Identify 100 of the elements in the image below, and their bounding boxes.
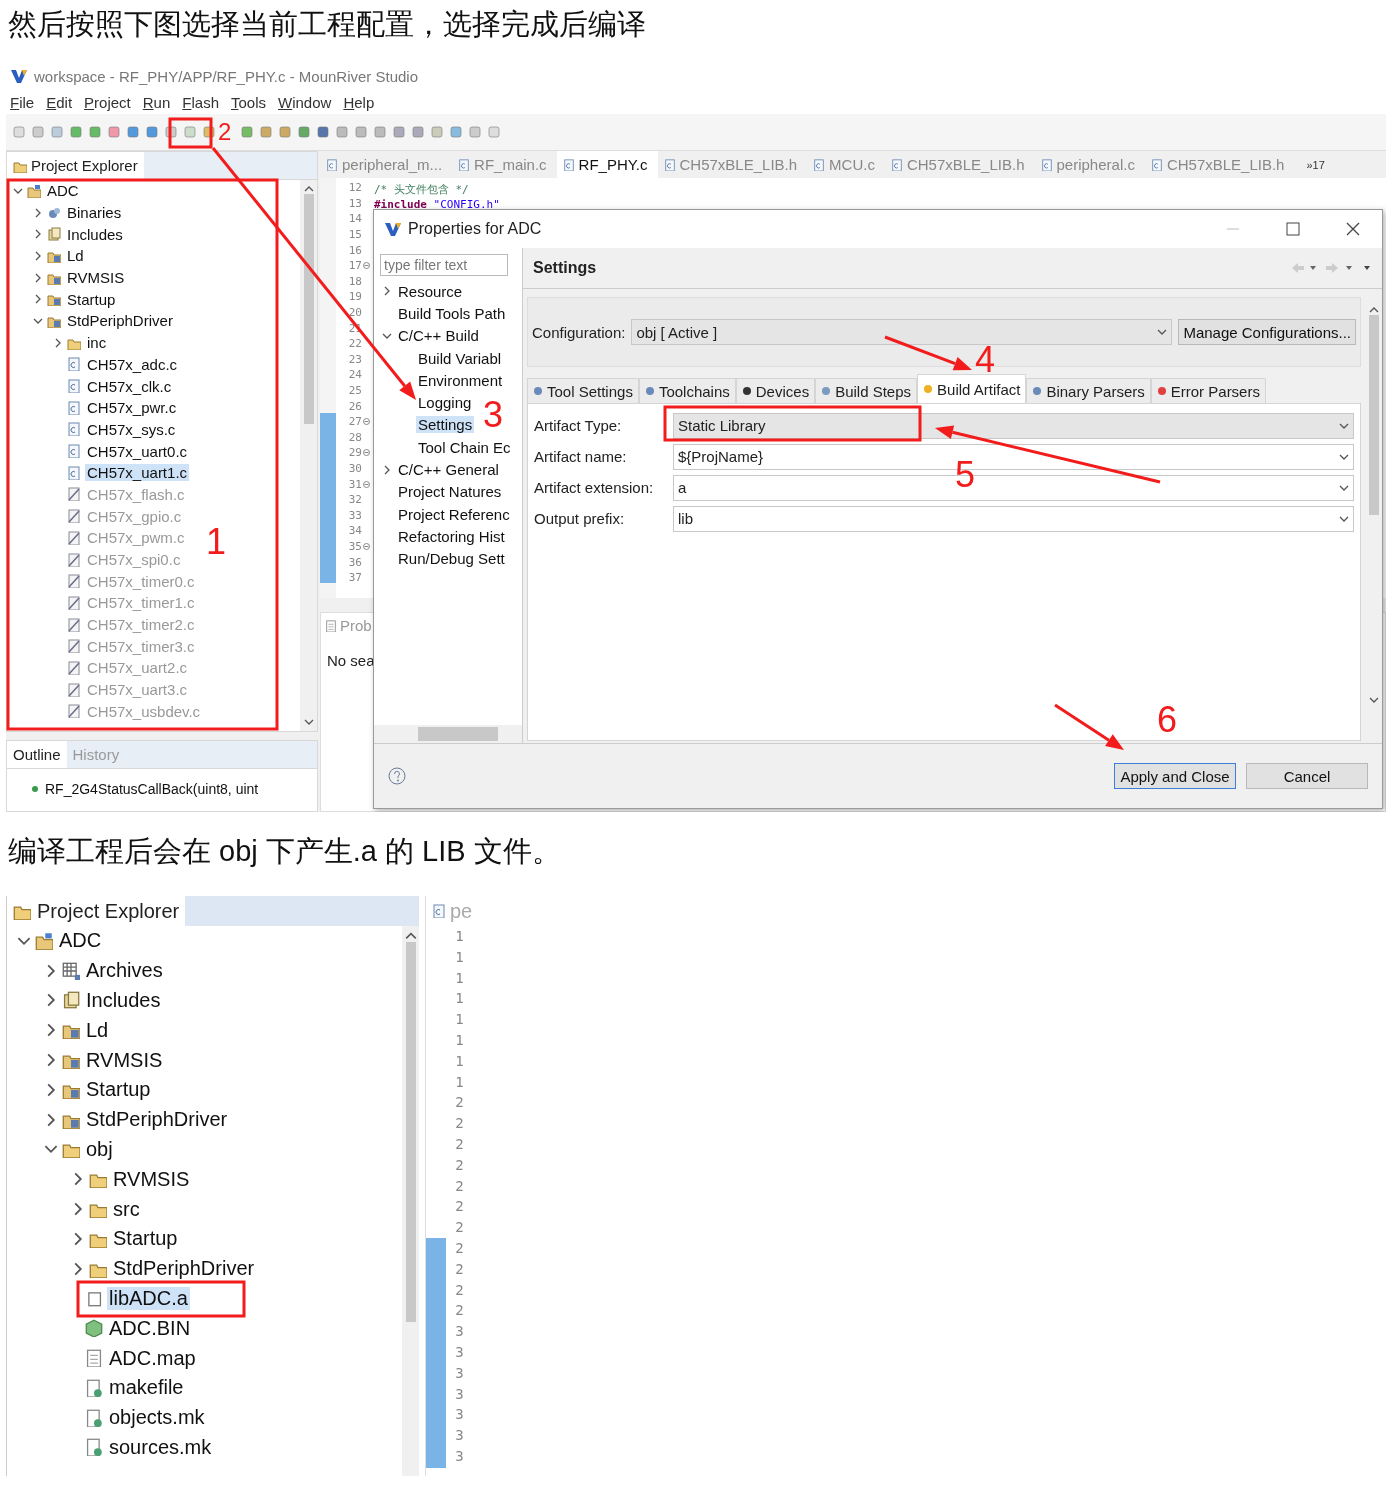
nav-item[interactable]: Environment — [416, 371, 505, 389]
tree-item[interactable]: Startup — [84, 1078, 153, 1102]
fold-icon[interactable] — [363, 262, 370, 270]
scrollbar[interactable] — [300, 180, 317, 732]
tree-item[interactable]: CH57x_clk.c — [85, 377, 174, 395]
tree-item[interactable]: objects.mk — [107, 1406, 207, 1430]
toolbar-icon[interactable] — [259, 125, 273, 139]
toolbar-icon[interactable] — [126, 125, 140, 139]
horizontal-scrollbar[interactable] — [374, 725, 522, 743]
tree-item[interactable]: RVMSIS — [84, 1048, 165, 1072]
toolbar-icon[interactable] — [411, 125, 425, 139]
maximize-icon[interactable] — [1286, 222, 1300, 236]
toolbar-icon[interactable] — [373, 125, 387, 139]
tree-item[interactable]: StdPeriphDriver — [111, 1257, 257, 1281]
toolbar-icon[interactable] — [107, 125, 121, 139]
fold-icon[interactable] — [363, 480, 370, 488]
tree-item[interactable]: RVMSIS — [65, 269, 127, 287]
scroll-thumb[interactable] — [1368, 315, 1379, 515]
toolbar-icon[interactable] — [69, 125, 83, 139]
menu-item[interactable]: Run — [142, 93, 171, 111]
toolbar-icon[interactable] — [449, 125, 463, 139]
chevron-down-icon[interactable] — [1157, 327, 1168, 337]
dialog-button[interactable]: Apply and Close — [1114, 763, 1236, 789]
scrollbar[interactable] — [402, 926, 419, 1476]
toolbar-icon[interactable] — [31, 125, 45, 139]
menu-item[interactable]: Tools — [231, 93, 266, 111]
nav-item[interactable]: Project Referenc — [396, 505, 512, 523]
configuration-dropdown[interactable]: obj [ Active ] — [631, 319, 1173, 345]
manage-configurations-button[interactable]: Manage Configurations... — [1178, 319, 1356, 345]
tree-item[interactable]: StdPeriphDriver — [84, 1108, 230, 1132]
chevron-right-icon[interactable] — [33, 294, 43, 305]
close-icon[interactable] — [1346, 222, 1360, 236]
scroll-thumb[interactable] — [418, 727, 498, 741]
toolbar-icon[interactable] — [202, 125, 216, 139]
tree-item[interactable]: Archives — [84, 959, 165, 983]
toolbar-icon[interactable] — [430, 125, 444, 139]
outline-item[interactable]: RF_2G4StatusCallBack(uint8, uint — [43, 781, 261, 798]
settings-tab[interactable]: Binary Parsers — [1026, 378, 1151, 403]
settings-tab[interactable]: Toolchains — [638, 378, 736, 403]
tree-item[interactable]: sources.mk — [107, 1435, 214, 1459]
toolbar-icon[interactable] — [354, 125, 368, 139]
chevron-right-icon[interactable] — [382, 464, 392, 475]
fold-icon[interactable] — [363, 542, 370, 550]
fold-icon[interactable] — [363, 418, 370, 426]
tree-item[interactable]: CH57x_uart0.c — [85, 442, 190, 460]
tab-overflow[interactable]: »17 — [1306, 158, 1325, 171]
toolbar-icon[interactable] — [88, 125, 102, 139]
menu-item[interactable]: Window — [278, 93, 332, 111]
chevron-right-icon[interactable] — [33, 272, 43, 283]
view-tab[interactable]: Outline — [7, 741, 67, 769]
settings-tab[interactable]: Tool Settings — [527, 378, 639, 403]
nav-item[interactable]: C/C++ General — [396, 461, 501, 478]
tree-item[interactable]: ADC — [57, 929, 104, 953]
toolbar-icon[interactable] — [392, 125, 406, 139]
chevron-right-icon[interactable] — [33, 250, 43, 261]
combo-field[interactable]: lib — [673, 505, 1354, 532]
toolbar-icon[interactable] — [50, 125, 64, 139]
toolbar-icon[interactable] — [164, 125, 178, 139]
chevron-right-icon[interactable] — [382, 286, 392, 297]
nav-item[interactable]: Build Variabl — [416, 349, 504, 367]
help-icon[interactable] — [388, 767, 406, 785]
tree-item[interactable]: Binaries — [65, 204, 124, 222]
view-tab[interactable]: Project Explorer — [7, 152, 144, 179]
toolbar-icon[interactable] — [468, 125, 482, 139]
chevron-up-icon[interactable] — [404, 930, 417, 942]
tree-item[interactable]: RVMSIS — [111, 1167, 192, 1191]
chevron-right-icon[interactable] — [33, 207, 43, 218]
settings-tab[interactable]: Build Steps — [815, 378, 918, 403]
settings-tab[interactable]: Build Artifact — [917, 374, 1027, 403]
nav-item[interactable]: Build Tools Path — [396, 304, 508, 322]
tree-item[interactable]: CH57x_sys.c — [85, 420, 178, 438]
tree-item[interactable]: inc — [85, 334, 109, 352]
nav-item[interactable]: C/C++ Build — [396, 327, 481, 345]
tree-item[interactable]: CH57x_pwr.c — [85, 399, 179, 417]
menu-item[interactable]: Help — [343, 93, 375, 111]
menu-item[interactable]: Edit — [46, 93, 73, 111]
dialog-button[interactable]: Cancel — [1246, 763, 1368, 789]
nav-item[interactable]: Logging — [416, 394, 474, 412]
chevron-right-icon[interactable] — [53, 337, 63, 348]
nav-item[interactable]: Tool Chain Ec — [416, 438, 513, 456]
toolbar-icon[interactable] — [335, 125, 349, 139]
scroll-thumb[interactable] — [303, 194, 314, 424]
menu-item[interactable]: Project — [84, 93, 131, 111]
filter-field[interactable]: type filter text — [380, 254, 508, 276]
tree-item[interactable]: Ld — [84, 1018, 111, 1042]
nav-item[interactable]: Project Natures — [396, 483, 504, 501]
tree-item[interactable]: Startup — [65, 290, 118, 308]
tree-item[interactable]: obj — [84, 1137, 115, 1161]
tree-item[interactable]: ADC.map — [107, 1346, 198, 1370]
toolbar-icon[interactable] — [145, 125, 159, 139]
toolbar-icon[interactable] — [316, 125, 330, 139]
nav-item[interactable]: Settings — [416, 416, 475, 434]
nav-item[interactable]: Refactoring Hist — [396, 527, 507, 545]
settings-tab[interactable]: Error Parsers — [1150, 378, 1266, 403]
chevron-down-icon[interactable] — [1368, 695, 1379, 705]
chevron-right-icon[interactable] — [33, 229, 43, 240]
toolbar-icon[interactable] — [297, 125, 311, 139]
tree-item[interactable]: Includes — [65, 225, 125, 243]
tree-item[interactable]: CH57x_adc.c — [85, 355, 180, 373]
tree-item[interactable]: Ld — [65, 247, 86, 265]
